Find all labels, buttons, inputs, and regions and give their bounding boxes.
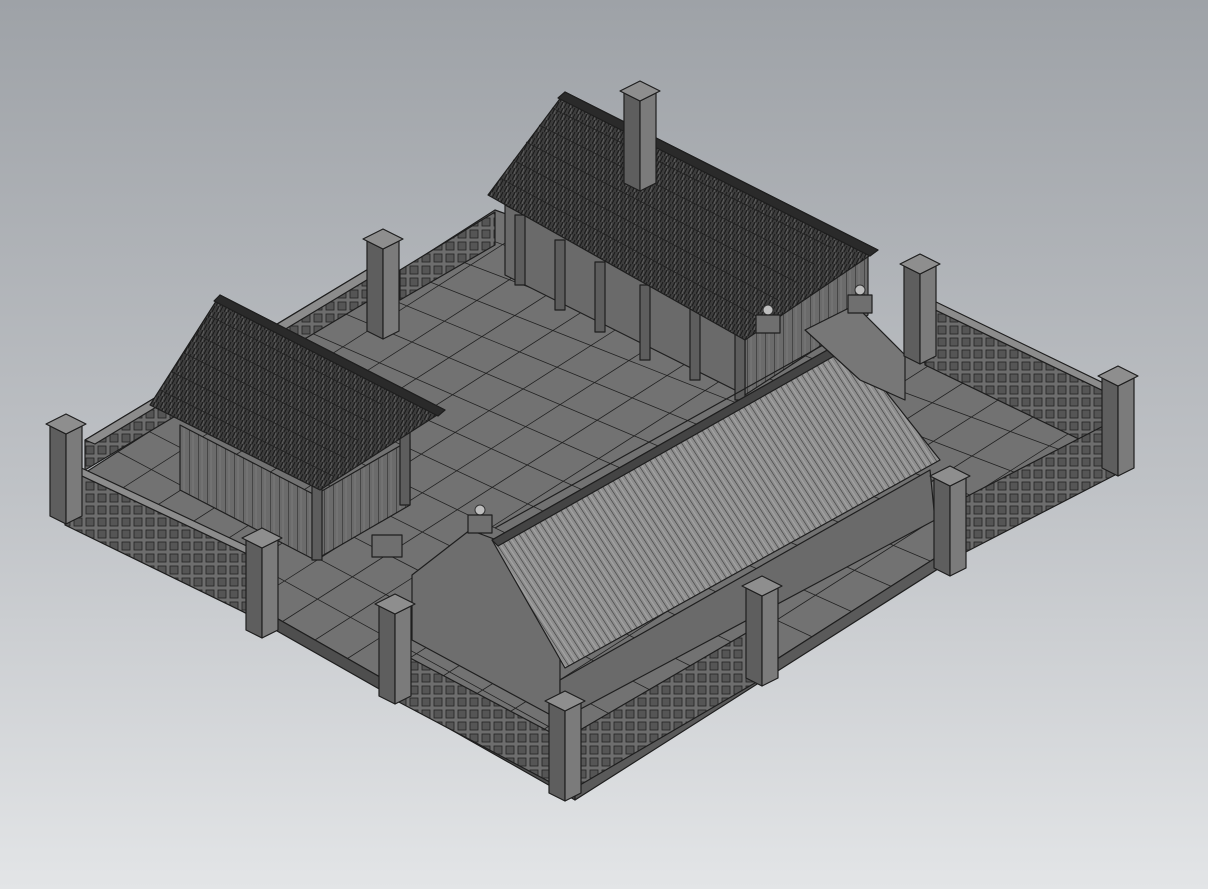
pillar[interactable]: [899, 253, 941, 365]
courtyard-model-3d[interactable]: [0, 0, 1208, 889]
pillar[interactable]: [741, 575, 783, 687]
cad-viewport[interactable]: [0, 0, 1208, 889]
pillar[interactable]: [619, 80, 661, 192]
pillar[interactable]: [374, 593, 416, 705]
pillar[interactable]: [241, 527, 283, 639]
pillar[interactable]: [929, 465, 971, 577]
pillar[interactable]: [1097, 365, 1139, 477]
pillar[interactable]: [544, 690, 586, 802]
pillar[interactable]: [45, 413, 87, 525]
pillar[interactable]: [362, 228, 404, 340]
